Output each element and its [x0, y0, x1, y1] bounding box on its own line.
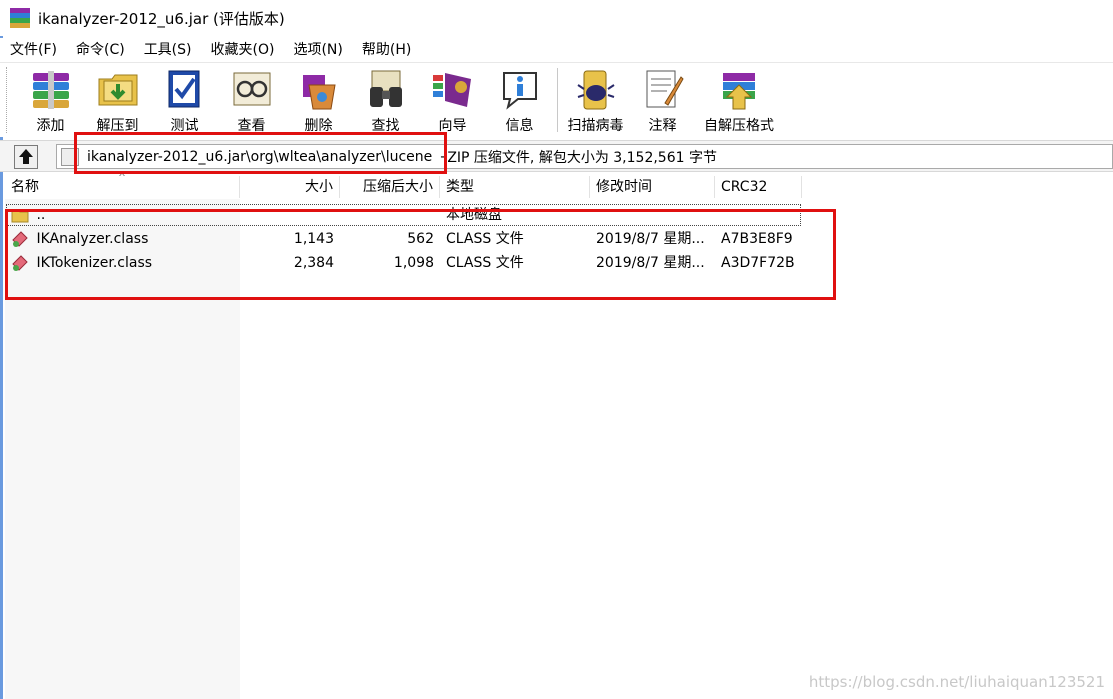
column-size[interactable]: 大小: [240, 176, 340, 198]
winrar-window: ikanalyzer-2012_u6.jar (评估版本) 文件(F) 命令(C…: [0, 0, 1113, 699]
menu-options[interactable]: 选项(N): [283, 38, 351, 62]
comment-button[interactable]: 注释: [629, 63, 696, 135]
menu-favorites[interactable]: 收藏夹(O): [201, 38, 284, 62]
delete-icon: [302, 75, 336, 110]
info-icon: [502, 72, 537, 110]
info-label: 信息: [505, 118, 534, 134]
comment-icon: [646, 70, 684, 108]
menu-file[interactable]: 文件(F): [0, 38, 66, 62]
find-button[interactable]: 查找: [352, 63, 419, 135]
virus-scan-button[interactable]: 扫描病毒: [562, 63, 629, 135]
add-label: 添加: [36, 118, 65, 134]
archive-info: ZIP 压缩文件, 解包大小为 3,152,561 字节: [447, 149, 717, 166]
extract-to-button[interactable]: 解压到: [84, 63, 151, 135]
virus-scan-icon: [576, 70, 615, 110]
up-folder-button[interactable]: [14, 145, 38, 169]
extract-folder-icon: [98, 74, 137, 106]
menu-commands[interactable]: 命令(C): [66, 38, 134, 62]
sfx-archive-icon: [723, 73, 755, 110]
files-highlight-box: [5, 209, 836, 300]
test-button[interactable]: 测试: [151, 63, 218, 135]
column-type[interactable]: 类型: [440, 176, 590, 198]
wizard-icon: [432, 73, 471, 107]
virus-scan-label: 扫描病毒: [567, 118, 624, 134]
menu-bar: 文件(F) 命令(C) 工具(S) 收藏夹(O) 选项(N) 帮助(H): [0, 38, 1113, 62]
column-modified[interactable]: 修改时间: [590, 176, 715, 198]
info-button[interactable]: 信息: [486, 63, 553, 135]
add-button[interactable]: 添加: [17, 63, 84, 135]
up-arrow-icon: [19, 149, 33, 164]
column-name[interactable]: 名称: [5, 176, 240, 198]
menu-help[interactable]: 帮助(H): [352, 38, 420, 62]
path-highlight-box: [74, 132, 447, 174]
comment-label: 注释: [648, 118, 677, 134]
view-glasses-icon: [233, 72, 270, 106]
watermark: https://blog.csdn.net/liuhaiquan123521: [808, 673, 1105, 691]
archive-books-icon: [32, 71, 69, 109]
column-packed-size[interactable]: 压缩后大小: [340, 176, 440, 198]
menu-tools[interactable]: 工具(S): [134, 38, 201, 62]
window-title: ikanalyzer-2012_u6.jar (评估版本): [38, 9, 285, 28]
sfx-label: 自解压格式: [704, 118, 774, 134]
view-button[interactable]: 查看: [218, 63, 285, 135]
delete-button[interactable]: 删除: [285, 63, 352, 135]
wizard-button[interactable]: 向导: [419, 63, 486, 135]
toolbar-separator: [557, 68, 558, 132]
winrar-app-icon: [10, 8, 30, 28]
title-bar: ikanalyzer-2012_u6.jar (评估版本): [0, 0, 1113, 36]
toolbar: 添加 解压到 测试 查看 删除 查找 向导 信息 扫描病毒 注释 自解压格式: [0, 62, 1113, 137]
test-book-icon: [168, 70, 199, 108]
sfx-button[interactable]: 自解压格式: [696, 63, 782, 135]
file-list-header: 名称 大小 压缩后大小 类型 修改时间 CRC32: [5, 176, 802, 198]
toolbar-grip[interactable]: [6, 67, 11, 133]
find-binoculars-icon: [369, 70, 402, 107]
column-crc32[interactable]: CRC32: [715, 176, 802, 198]
